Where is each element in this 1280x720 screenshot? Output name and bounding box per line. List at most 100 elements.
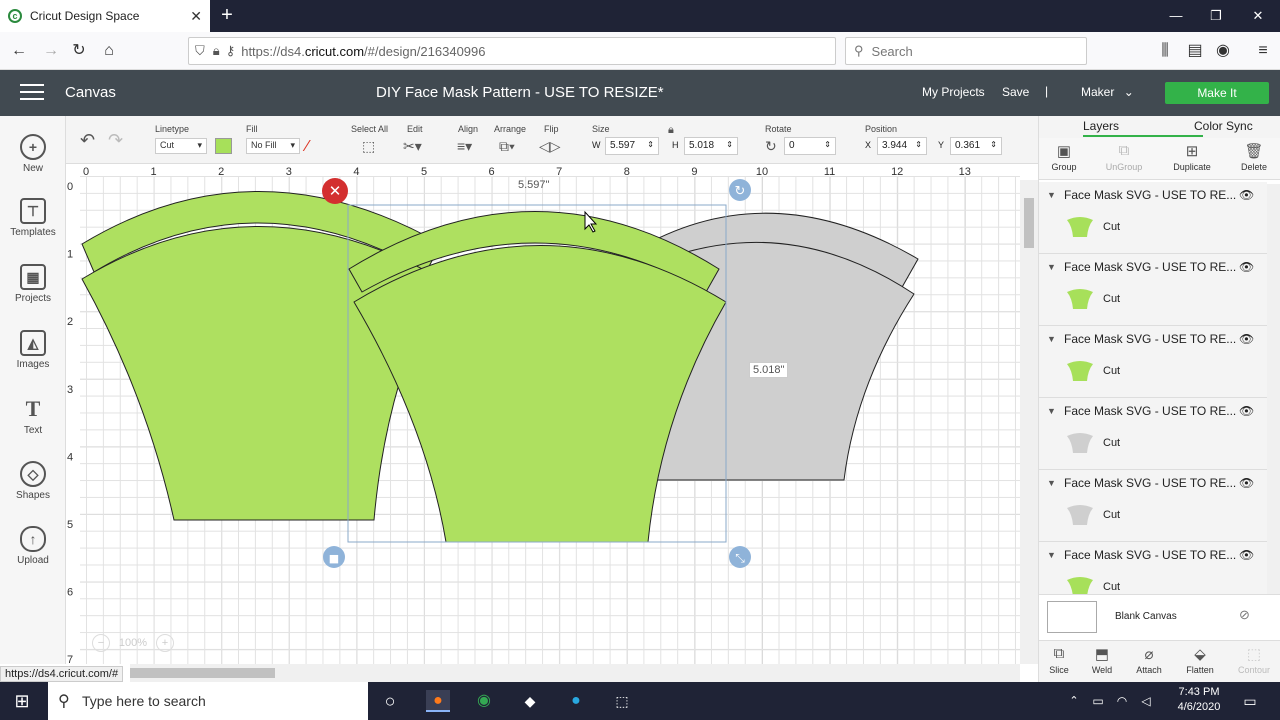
browser-tab[interactable]: c Cricut Design Space ✕ xyxy=(0,0,210,32)
arrange-icon[interactable]: ⧉▾ xyxy=(499,138,515,155)
lock-handle[interactable]: ■ xyxy=(323,546,345,568)
rotate-handle[interactable]: ↻ xyxy=(729,179,751,201)
undo-icon[interactable]: ↶ xyxy=(80,130,95,151)
chevron-down-icon[interactable]: ▼ xyxy=(1047,406,1056,416)
sidebar-item-images[interactable]: ◭ Images xyxy=(0,330,66,370)
height-input[interactable]: 5.018 ⇕ xyxy=(684,137,738,155)
linetype-select[interactable]: Cut ▾ xyxy=(155,138,207,154)
no-fill-icon[interactable]: ⁄ xyxy=(306,138,309,156)
windows-start-icon[interactable]: ⊞ xyxy=(10,690,34,712)
sidebar-item-projects[interactable]: ▦ Projects xyxy=(0,264,66,304)
resize-handle[interactable]: ⤡ xyxy=(729,546,751,568)
align-icon[interactable]: ≡▾ xyxy=(457,138,472,155)
url-bar[interactable]: ⛉ 🔒︎ ⚷ https://ds4. cricut.com/#/design/2… xyxy=(188,37,836,65)
x-input[interactable]: 3.944 ⇕ xyxy=(877,137,927,155)
layer-item[interactable]: ▼ Face Mask SVG - USE TO RE... 👁︎ Cut xyxy=(1039,542,1267,594)
weld-button[interactable]: ⬒ Weld xyxy=(1079,645,1125,675)
network-icon[interactable]: ▭ xyxy=(1086,690,1110,712)
scrollbar-thumb[interactable] xyxy=(1024,198,1034,248)
browser-search-input[interactable]: ⚲ Search xyxy=(845,37,1087,65)
eye-icon[interactable]: 👁︎ xyxy=(1239,476,1254,490)
blank-canvas-swatch[interactable] xyxy=(1047,601,1097,633)
delete-button[interactable]: 🗑︎ Delete xyxy=(1231,142,1277,172)
zoom-in-button[interactable]: + xyxy=(156,634,174,652)
attach-button[interactable]: ⌀ Attach xyxy=(1126,645,1172,675)
back-icon[interactable]: ← xyxy=(8,40,30,62)
canvas-horizontal-scrollbar[interactable] xyxy=(130,664,1020,682)
design-canvas[interactable]: 0 1 2 3 4 5 6 7 8 9 10 11 12 13 01234567 ✕ ↻ ■ ⤡ 5.59… xyxy=(66,164,1020,664)
sidebar-item-text[interactable]: T Text xyxy=(0,396,66,436)
snipping-tool-icon[interactable]: ⬚ xyxy=(610,690,634,712)
taskbar-clock[interactable]: 7:43 PM 4/6/2020 xyxy=(1172,685,1226,715)
layers-scrollbar[interactable] xyxy=(1267,184,1280,594)
layer-item[interactable]: ▼ Face Mask SVG - USE TO RE... 👁︎ Cut xyxy=(1039,398,1267,470)
taskbar-search-input[interactable]: ⚲ Type here to search xyxy=(48,682,368,720)
new-tab-button[interactable]: + xyxy=(216,4,238,26)
hamburger-menu-icon[interactable] xyxy=(20,84,44,102)
sidebar-item-shapes[interactable]: ◇ Shapes xyxy=(0,461,66,501)
group-button[interactable]: ▣ Group xyxy=(1041,142,1087,172)
layer-item[interactable]: ▼ Face Mask SVG - USE TO RE... 👁︎ Cut xyxy=(1039,470,1267,542)
select-all-icon[interactable]: ⬚ xyxy=(362,138,375,155)
system-tray-chevron-icon[interactable]: ⌃ xyxy=(1062,690,1086,712)
skype-icon[interactable]: ● xyxy=(564,690,588,712)
eye-icon[interactable]: 👁︎ xyxy=(1239,404,1254,418)
app-icon[interactable]: ◆ xyxy=(518,690,542,712)
linetype-color-swatch[interactable] xyxy=(215,138,232,154)
chevron-down-icon[interactable]: ▼ xyxy=(1047,190,1056,200)
lock-ratio-icon[interactable]: 🔒︎ xyxy=(668,124,674,137)
firefox-icon[interactable]: ● xyxy=(426,690,450,712)
eye-icon[interactable]: 👁︎ xyxy=(1239,548,1254,562)
eye-icon[interactable]: 👁︎ xyxy=(1239,332,1254,346)
chevron-down-icon[interactable]: ▼ xyxy=(1047,262,1056,272)
layer-item[interactable]: ▼ Face Mask SVG - USE TO RE... 👁︎ Cut xyxy=(1039,326,1267,398)
chevron-down-icon[interactable]: ▼ xyxy=(1047,550,1056,560)
contour-button[interactable]: ⬚ Contour xyxy=(1231,645,1277,675)
tab-close-icon[interactable]: ✕ xyxy=(190,8,202,25)
slice-button[interactable]: ⧉ Slice xyxy=(1036,645,1082,675)
flatten-button[interactable]: ⬙ Flatten xyxy=(1177,645,1223,675)
ungroup-button[interactable]: ⧉ UnGroup xyxy=(1101,142,1147,172)
zoom-out-button[interactable]: − xyxy=(92,634,110,652)
chevron-down-icon[interactable]: ▼ xyxy=(1047,478,1056,488)
machine-select[interactable]: Maker ⌄ xyxy=(1081,85,1134,99)
flip-icon[interactable]: ◁▷ xyxy=(539,138,561,155)
center-green-mask-shape[interactable] xyxy=(348,211,727,543)
delete-handle[interactable]: ✕ xyxy=(322,178,348,204)
tab-layers[interactable]: Layers xyxy=(1083,119,1203,137)
task-view-icon[interactable]: ○ xyxy=(378,690,402,712)
notifications-icon[interactable]: ▭ xyxy=(1238,690,1262,712)
home-icon[interactable]: ⌂ xyxy=(98,40,120,62)
my-projects-link[interactable]: My Projects xyxy=(922,85,985,99)
sidebar-toggle-icon[interactable]: ▤ xyxy=(1184,40,1206,62)
eye-icon[interactable]: 👁︎ xyxy=(1239,260,1254,274)
forward-icon[interactable]: → xyxy=(40,40,62,62)
eye-hidden-icon[interactable]: ⊘ xyxy=(1239,607,1250,623)
menu-icon[interactable]: ≡ xyxy=(1252,40,1274,62)
scissors-icon[interactable]: ✂▾ xyxy=(403,138,422,155)
tab-color-sync[interactable]: Color Sync xyxy=(1194,119,1253,133)
sidebar-item-upload[interactable]: ↑ Upload xyxy=(0,526,66,566)
y-input[interactable]: 0.361 ⇕ xyxy=(950,137,1002,155)
sidebar-item-new[interactable]: + New xyxy=(0,134,66,174)
blank-canvas-row[interactable]: Blank Canvas ⊘ xyxy=(1039,594,1280,640)
account-icon[interactable]: ◉ xyxy=(1212,40,1234,62)
chrome-icon[interactable]: ◉ xyxy=(472,690,496,712)
rotate-input[interactable]: 0 ⇕ xyxy=(784,137,836,155)
canvas-vertical-scrollbar[interactable] xyxy=(1020,180,1038,664)
duplicate-button[interactable]: ⊞ Duplicate xyxy=(1169,142,1215,172)
layer-item[interactable]: ▼ Face Mask SVG - USE TO RE... 👁︎ Cut xyxy=(1039,254,1267,326)
chevron-down-icon[interactable]: ▼ xyxy=(1047,334,1056,344)
restore-icon[interactable]: ❐ xyxy=(1206,6,1226,26)
wifi-icon[interactable]: ◠ xyxy=(1110,690,1134,712)
sidebar-item-templates[interactable]: ⊤ Templates xyxy=(0,198,66,238)
make-it-button[interactable]: Make It xyxy=(1165,82,1269,104)
volume-icon[interactable]: ◁ xyxy=(1134,690,1158,712)
scrollbar-thumb[interactable] xyxy=(130,668,275,678)
fill-select[interactable]: No Fill ▾ xyxy=(246,138,300,154)
redo-icon[interactable]: ↷ xyxy=(108,130,123,151)
width-input[interactable]: 5.597 ⇕ xyxy=(605,137,659,155)
library-icon[interactable]: ⫼ xyxy=(1154,40,1176,62)
window-close-icon[interactable]: ✕ xyxy=(1248,6,1268,26)
save-link[interactable]: Save xyxy=(1002,85,1029,99)
